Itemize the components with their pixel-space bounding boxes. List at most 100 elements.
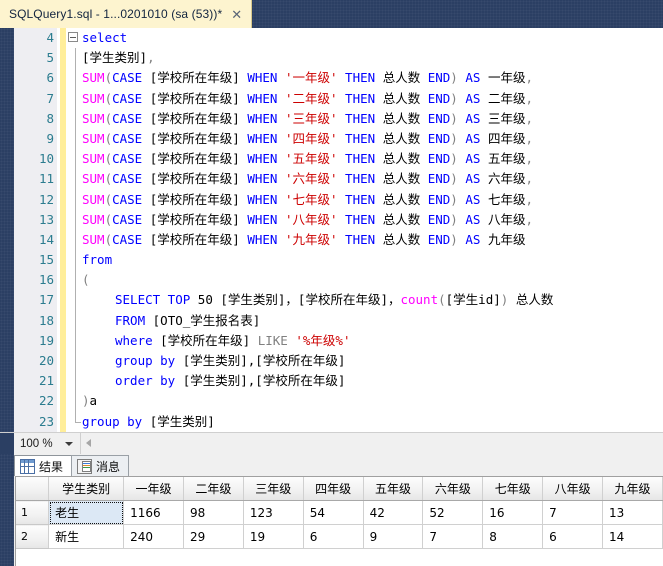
grid-cell[interactable]: 9	[363, 524, 424, 549]
collapse-guide-line	[75, 351, 76, 372]
collapse-minus-icon[interactable]	[68, 32, 78, 42]
code-token: SUM	[82, 151, 105, 167]
code-line[interactable]: 7 SUM(CASE [学校所在年级] WHEN '二年级' THEN 总人数 E…	[0, 88, 663, 109]
editor-code-area[interactable]: 4 select 5 [学生类别], 6 SUM(CASE [学校所在年级] WHEN '…	[0, 28, 663, 432]
code-line[interactable]: 16 (	[0, 270, 663, 291]
grid-cell[interactable]: 98	[183, 500, 244, 525]
results-tab-label: 消息	[96, 459, 121, 474]
code-token: ,	[525, 211, 533, 227]
grid-column-header[interactable]: 学生类别	[48, 477, 125, 501]
code-line[interactable]: 21 order by [学生类别],[学校所在年级]	[0, 371, 663, 392]
line-number: 15	[38, 252, 54, 268]
grid-row-header[interactable]: 1	[16, 500, 50, 525]
code-line[interactable]: 9 SUM(CASE [学校所在年级] WHEN '四年级' THEN 总人数 E…	[0, 128, 663, 150]
grid-cell[interactable]: 新生	[48, 524, 125, 549]
grid-column-header[interactable]: 八年级	[542, 477, 603, 501]
grid-cell[interactable]: 6	[542, 524, 603, 549]
code-token: THEN	[345, 171, 383, 187]
grid-cell[interactable]: 8	[482, 524, 544, 549]
code-line[interactable]: 5 [学生类别],	[0, 48, 663, 69]
grid-cell[interactable]: 42	[363, 500, 424, 525]
document-tab-sqlquery1[interactable]: SQLQuery1.sql - 1...0201010 (sa (53))* ✕	[0, 0, 253, 28]
grid-cell[interactable]: 7	[422, 524, 484, 549]
line-number: 19	[38, 332, 54, 348]
code-line[interactable]: 6 SUM(CASE [学校所在年级] WHEN '一年级' THEN 总人数 E…	[0, 68, 663, 89]
grid-icon	[20, 458, 35, 474]
grid-column-header[interactable]: 九年级	[602, 477, 663, 501]
grid-cell[interactable]: 14	[602, 524, 663, 549]
code-token: )	[450, 151, 466, 167]
code-token: [学校所在年级]	[149, 70, 248, 86]
grid-column-header[interactable]: 四年级	[303, 477, 364, 501]
results-grid-container[interactable]: 学生类别 一年级 二年级 三年级 四年级 五年级 六年级 七年级 八年级 九年级 1 老生 1166 9…	[15, 476, 663, 566]
line-number: 20	[38, 353, 54, 368]
grid-cell[interactable]: 54	[303, 500, 364, 525]
code-token: [学生id]	[445, 292, 501, 308]
grid-cell[interactable]: 6	[303, 524, 364, 549]
code-line[interactable]: 23 group by [学生类别]	[0, 411, 663, 432]
code-token: END	[427, 130, 451, 146]
code-token: ,	[525, 110, 533, 126]
code-line[interactable]: 10 SUM(CASE [学校所在年级] WHEN '五年级' THEN 总人数 …	[0, 149, 663, 170]
sql-editor[interactable]: 4 select 5 [学生类别], 6 SUM(CASE [学校所在年级] WHEN '…	[0, 28, 663, 432]
grid-cell[interactable]: 240	[123, 524, 184, 549]
code-token: END	[427, 231, 451, 247]
code-line[interactable]: 12 SUM(CASE [学校所在年级] WHEN '七年级' THEN 总人数 …	[0, 189, 663, 210]
code-line-text: SUM(CASE [学校所在年级] WHEN '三年级' THEN 总人数 EN…	[82, 109, 533, 129]
collapse-guide-line	[75, 229, 76, 251]
results-grid[interactable]: 学生类别 一年级 二年级 三年级 四年级 五年级 六年级 七年级 八年级 九年级 1 老生 1166 9…	[16, 477, 663, 549]
code-token: THEN	[345, 211, 383, 227]
grid-cell[interactable]: 52	[422, 500, 484, 525]
change-bar	[60, 169, 66, 190]
scroll-left-arrow-icon[interactable]	[86, 439, 91, 447]
grid-cell[interactable]: 123	[243, 500, 304, 525]
results-tab-label: 结果	[39, 459, 64, 474]
code-token: CASE	[112, 70, 150, 86]
grid-column-header[interactable]: 七年级	[482, 477, 544, 501]
code-line[interactable]: 13 SUM(CASE [学校所在年级] WHEN '八年级' THEN 总人数 …	[0, 209, 663, 230]
grid-cell[interactable]: 7	[542, 500, 603, 525]
code-line[interactable]: 8 SUM(CASE [学校所在年级] WHEN '三年级' THEN 总人数 E…	[0, 108, 663, 129]
table-row[interactable]: 1 老生 1166 98 123 54 42 52 16 7 13	[16, 500, 663, 525]
line-number: 9	[46, 130, 54, 146]
code-line[interactable]: 4 select	[0, 28, 663, 49]
code-token: group by	[82, 413, 150, 429]
grid-column-header[interactable]: 一年级	[123, 477, 184, 501]
code-line[interactable]: 18 FROM [OTO_学生报名表]	[0, 310, 663, 331]
close-icon[interactable]: ✕	[229, 7, 244, 22]
change-bar	[60, 128, 66, 150]
chevron-down-icon[interactable]	[65, 442, 73, 446]
grid-cell[interactable]: 13	[602, 500, 663, 525]
results-tab-messages[interactable]: 消息	[71, 455, 130, 476]
code-token: '七年级'	[284, 191, 346, 207]
grid-row-header[interactable]: 2	[16, 524, 50, 549]
code-line[interactable]: 19 where [学校所在年级] LIKE '%年级%'	[0, 330, 663, 351]
code-token: )	[450, 211, 466, 227]
zoom-level-combobox[interactable]: 100 %	[14, 433, 81, 455]
line-number: 22	[38, 393, 54, 409]
code-line[interactable]: 22)a	[0, 391, 663, 412]
code-token: '八年级'	[284, 211, 346, 227]
code-line[interactable]: 11 SUM(CASE [学校所在年级] WHEN '六年级' THEN 总人数 …	[0, 169, 663, 190]
grid-corner-cell[interactable]	[16, 477, 50, 501]
grid-column-header[interactable]: 五年级	[363, 477, 424, 501]
grid-cell[interactable]: 29	[183, 524, 244, 549]
code-line[interactable]: 14 SUM(CASE [学校所在年级] WHEN '九年级' THEN 总人数 …	[0, 229, 663, 251]
collapse-guide-line	[75, 189, 76, 210]
code-line[interactable]: 15 from	[0, 250, 663, 271]
grid-cell[interactable]: 1166	[123, 500, 184, 525]
grid-cell[interactable]: 16	[482, 500, 544, 525]
results-tab-grid[interactable]: 结果	[14, 455, 73, 476]
grid-column-header[interactable]: 六年级	[422, 477, 484, 501]
table-row[interactable]: 2 新生 240 29 19 6 9 7 8 6 14	[16, 524, 663, 549]
code-line[interactable]: 17 SELECT TOP 50 [学生类别]，[学校所在年级]，count([学…	[0, 290, 663, 311]
code-token: [学校所在年级]	[149, 130, 248, 146]
grid-cell[interactable]: 19	[243, 524, 304, 549]
grid-column-header[interactable]: 二年级	[183, 477, 244, 501]
code-token: SUM	[82, 70, 105, 86]
code-line[interactable]: 20 group by [学生类别],[学校所在年级]	[0, 351, 663, 372]
grid-cell[interactable]: 老生	[48, 500, 125, 525]
grid-column-header[interactable]: 三年级	[243, 477, 304, 501]
code-token: 总人数	[382, 211, 428, 227]
results-tab-bar[interactable]: 结果 消息	[14, 454, 130, 476]
